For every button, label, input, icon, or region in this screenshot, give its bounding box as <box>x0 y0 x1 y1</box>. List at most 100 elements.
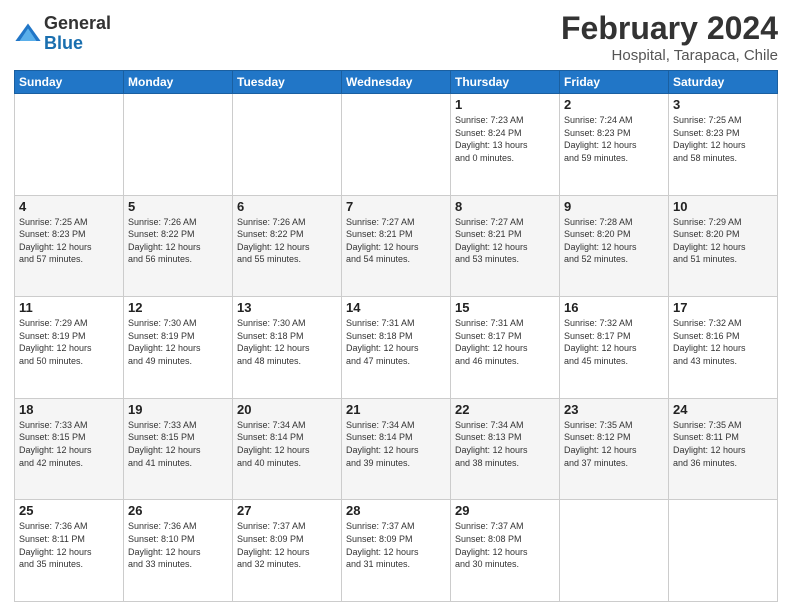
calendar-week-row: 25 Sunrise: 7:36 AM Sunset: 8:11 PM Dayli… <box>15 500 778 602</box>
calendar-cell: 6 Sunrise: 7:26 AM Sunset: 8:22 PM Daylig… <box>233 195 342 297</box>
day-number: 21 <box>346 402 446 417</box>
calendar-cell: 27 Sunrise: 7:37 AM Sunset: 8:09 PM Dayli… <box>233 500 342 602</box>
day-info: Sunrise: 7:25 AM Sunset: 8:23 PM Dayligh… <box>673 114 773 164</box>
calendar-cell: 21 Sunrise: 7:34 AM Sunset: 8:14 PM Dayli… <box>342 398 451 500</box>
calendar-cell: 8 Sunrise: 7:27 AM Sunset: 8:21 PM Daylig… <box>451 195 560 297</box>
calendar-cell: 14Sunrise: 7:31 AM Sunset: 8:18 PM Dayli… <box>342 297 451 399</box>
calendar-title: February 2024 <box>561 10 778 47</box>
day-info: Sunrise: 7:29 AM Sunset: 8:20 PM Dayligh… <box>673 216 773 266</box>
calendar-cell: 10 Sunrise: 7:29 AM Sunset: 8:20 PM Dayli… <box>669 195 778 297</box>
calendar-cell: 24 Sunrise: 7:35 AM Sunset: 8:11 PM Dayli… <box>669 398 778 500</box>
calendar-cell: 3 Sunrise: 7:25 AM Sunset: 8:23 PM Daylig… <box>669 94 778 196</box>
day-info: Sunrise: 7:35 AM Sunset: 8:11 PM Dayligh… <box>673 419 773 469</box>
calendar-week-row: 18 Sunrise: 7:33 AM Sunset: 8:15 PM Dayli… <box>15 398 778 500</box>
calendar-cell: 29 Sunrise: 7:37 AM Sunset: 8:08 PM Dayli… <box>451 500 560 602</box>
calendar-cell: 25 Sunrise: 7:36 AM Sunset: 8:11 PM Dayli… <box>15 500 124 602</box>
day-info: Sunrise: 7:23 AM Sunset: 8:24 PM Dayligh… <box>455 114 555 164</box>
day-number: 4 <box>19 199 119 214</box>
day-info: Sunrise: 7:34 AM Sunset: 8:14 PM Dayligh… <box>237 419 337 469</box>
calendar-table: SundayMondayTuesdayWednesdayThursdayFrid… <box>14 70 778 602</box>
day-number: 25 <box>19 503 119 518</box>
day-number: 12 <box>128 300 228 315</box>
day-number: 19 <box>128 402 228 417</box>
calendar-cell: 20 Sunrise: 7:34 AM Sunset: 8:14 PM Dayli… <box>233 398 342 500</box>
calendar-cell <box>560 500 669 602</box>
day-info: Sunrise: 7:37 AM Sunset: 8:08 PM Dayligh… <box>455 520 555 570</box>
calendar-cell: 28Sunrise: 7:37 AM Sunset: 8:09 PM Dayli… <box>342 500 451 602</box>
day-info: Sunrise: 7:36 AM Sunset: 8:11 PM Dayligh… <box>19 520 119 570</box>
calendar-cell: 15 Sunrise: 7:31 AM Sunset: 8:17 PM Dayli… <box>451 297 560 399</box>
day-number: 16 <box>564 300 664 315</box>
calendar-cell <box>669 500 778 602</box>
day-info: Sunrise: 7:24 AM Sunset: 8:23 PM Dayligh… <box>564 114 664 164</box>
day-info: Sunrise: 7:34 AM Sunset: 8:13 PM Dayligh… <box>455 419 555 469</box>
day-number: 10 <box>673 199 773 214</box>
calendar-cell: 13Sunrise: 7:30 AM Sunset: 8:18 PM Dayli… <box>233 297 342 399</box>
day-info: Sunrise: 7:26 AM Sunset: 8:22 PM Dayligh… <box>237 216 337 266</box>
day-info: Sunrise: 7:29 AM Sunset: 8:19 PM Dayligh… <box>19 317 119 367</box>
day-info: Sunrise: 7:35 AM Sunset: 8:12 PM Dayligh… <box>564 419 664 469</box>
day-info: Sunrise: 7:30 AM Sunset: 8:18 PM Dayligh… <box>237 317 337 367</box>
day-info: Sunrise: 7:37 AM Sunset: 8:09 PM Dayligh… <box>237 520 337 570</box>
calendar-cell: 23 Sunrise: 7:35 AM Sunset: 8:12 PM Dayli… <box>560 398 669 500</box>
day-number: 29 <box>455 503 555 518</box>
weekday-header: Sunday <box>15 71 124 94</box>
day-number: 15 <box>455 300 555 315</box>
day-info: Sunrise: 7:32 AM Sunset: 8:16 PM Dayligh… <box>673 317 773 367</box>
calendar-cell: 7Sunrise: 7:27 AM Sunset: 8:21 PM Daylig… <box>342 195 451 297</box>
day-number: 5 <box>128 199 228 214</box>
weekday-header: Tuesday <box>233 71 342 94</box>
calendar-cell <box>342 94 451 196</box>
calendar-cell: 11 Sunrise: 7:29 AM Sunset: 8:19 PM Dayli… <box>15 297 124 399</box>
day-number: 6 <box>237 199 337 214</box>
calendar-week-row: 4 Sunrise: 7:25 AM Sunset: 8:23 PM Daylig… <box>15 195 778 297</box>
weekday-header: Wednesday <box>342 71 451 94</box>
calendar-cell: 16 Sunrise: 7:32 AM Sunset: 8:17 PM Dayli… <box>560 297 669 399</box>
day-info: Sunrise: 7:31 AM Sunset: 8:18 PM Dayligh… <box>346 317 446 367</box>
title-block: February 2024 Hospital, Tarapaca, Chile <box>561 10 778 64</box>
day-number: 8 <box>455 199 555 214</box>
day-info: Sunrise: 7:33 AM Sunset: 8:15 PM Dayligh… <box>128 419 228 469</box>
calendar-cell: 2 Sunrise: 7:24 AM Sunset: 8:23 PM Daylig… <box>560 94 669 196</box>
day-number: 26 <box>128 503 228 518</box>
day-number: 23 <box>564 402 664 417</box>
day-number: 11 <box>19 300 119 315</box>
calendar-cell: 17 Sunrise: 7:32 AM Sunset: 8:16 PM Dayli… <box>669 297 778 399</box>
calendar-cell <box>233 94 342 196</box>
day-info: Sunrise: 7:28 AM Sunset: 8:20 PM Dayligh… <box>564 216 664 266</box>
weekday-header: Saturday <box>669 71 778 94</box>
day-info: Sunrise: 7:31 AM Sunset: 8:17 PM Dayligh… <box>455 317 555 367</box>
weekday-header: Friday <box>560 71 669 94</box>
logo-blue: Blue <box>44 34 111 54</box>
calendar-cell: 5 Sunrise: 7:26 AM Sunset: 8:22 PM Daylig… <box>124 195 233 297</box>
day-info: Sunrise: 7:30 AM Sunset: 8:19 PM Dayligh… <box>128 317 228 367</box>
day-info: Sunrise: 7:26 AM Sunset: 8:22 PM Dayligh… <box>128 216 228 266</box>
day-info: Sunrise: 7:33 AM Sunset: 8:15 PM Dayligh… <box>19 419 119 469</box>
logo: General Blue <box>14 14 111 54</box>
header: General Blue February 2024 Hospital, Tar… <box>14 10 778 64</box>
day-info: Sunrise: 7:27 AM Sunset: 8:21 PM Dayligh… <box>455 216 555 266</box>
day-info: Sunrise: 7:34 AM Sunset: 8:14 PM Dayligh… <box>346 419 446 469</box>
day-number: 3 <box>673 97 773 112</box>
calendar-week-row: 11 Sunrise: 7:29 AM Sunset: 8:19 PM Dayli… <box>15 297 778 399</box>
calendar-cell: 26Sunrise: 7:36 AM Sunset: 8:10 PM Dayli… <box>124 500 233 602</box>
day-info: Sunrise: 7:32 AM Sunset: 8:17 PM Dayligh… <box>564 317 664 367</box>
day-info: Sunrise: 7:25 AM Sunset: 8:23 PM Dayligh… <box>19 216 119 266</box>
day-number: 20 <box>237 402 337 417</box>
day-number: 18 <box>19 402 119 417</box>
calendar-week-row: 1Sunrise: 7:23 AM Sunset: 8:24 PM Daylig… <box>15 94 778 196</box>
page: General Blue February 2024 Hospital, Tar… <box>0 0 792 612</box>
calendar-cell: 19 Sunrise: 7:33 AM Sunset: 8:15 PM Dayli… <box>124 398 233 500</box>
calendar-cell: 22Sunrise: 7:34 AM Sunset: 8:13 PM Dayli… <box>451 398 560 500</box>
day-number: 2 <box>564 97 664 112</box>
header-row: SundayMondayTuesdayWednesdayThursdayFrid… <box>15 71 778 94</box>
logo-text: General Blue <box>44 14 111 54</box>
weekday-header: Thursday <box>451 71 560 94</box>
day-number: 28 <box>346 503 446 518</box>
calendar-cell: 9Sunrise: 7:28 AM Sunset: 8:20 PM Daylig… <box>560 195 669 297</box>
day-number: 17 <box>673 300 773 315</box>
calendar-cell <box>15 94 124 196</box>
day-number: 27 <box>237 503 337 518</box>
day-info: Sunrise: 7:27 AM Sunset: 8:21 PM Dayligh… <box>346 216 446 266</box>
day-number: 24 <box>673 402 773 417</box>
